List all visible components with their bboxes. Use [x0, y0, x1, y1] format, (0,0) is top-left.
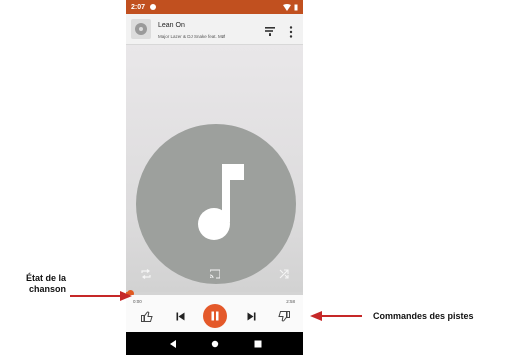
track-controls-arrow-icon — [310, 311, 362, 321]
status-bar: 2:07 — [126, 0, 303, 14]
album-thumbnail[interactable] — [131, 19, 151, 39]
song-state-arrow-icon — [70, 291, 132, 301]
thumbs-down-button[interactable] — [276, 308, 292, 324]
battery-icon — [294, 4, 298, 10]
skip-next-icon — [247, 312, 255, 320]
wifi-icon — [283, 3, 291, 11]
pause-icon — [211, 311, 219, 321]
album-art-placeholder — [136, 124, 296, 284]
thumbs-down-icon — [278, 310, 290, 321]
now-playing-header: Lean On Major Lazer & DJ Snake feat. MØ — [126, 14, 303, 45]
status-time: 2:07 — [131, 3, 146, 11]
recents-icon[interactable] — [253, 339, 263, 349]
play-pause-button[interactable] — [203, 304, 227, 328]
repeat-icon[interactable] — [141, 269, 151, 279]
disc-icon — [135, 23, 147, 35]
song-title: Lean On — [158, 22, 185, 29]
cast-icon[interactable] — [210, 269, 220, 279]
thumbs-up-icon — [141, 311, 153, 322]
track-controls-annotation: Commandes des pistes — [373, 311, 474, 321]
next-track-button[interactable] — [243, 308, 259, 324]
song-artist: Major Lazer & DJ Snake feat. MØ — [158, 34, 226, 39]
shuffle-icon[interactable] — [279, 269, 289, 279]
song-state-annotation: État de la chanson — [25, 273, 66, 294]
queue-icon[interactable] — [265, 26, 275, 36]
back-icon[interactable] — [168, 339, 178, 349]
skip-previous-icon — [176, 312, 184, 320]
elapsed-time: 0:00 — [133, 299, 142, 304]
music-note-icon — [198, 164, 244, 240]
phone-screen: 2:07 Lean On Major Lazer & DJ Snake feat… — [126, 0, 303, 355]
system-navigation-bar — [126, 332, 303, 355]
album-art-area — [126, 45, 303, 292]
thumbs-up-button[interactable] — [139, 308, 155, 324]
notification-icon — [150, 4, 157, 10]
more-options-icon[interactable] — [288, 26, 294, 38]
total-time: 2:58 — [286, 299, 295, 304]
home-icon[interactable] — [210, 339, 220, 349]
playback-controls: 0:00 2:58 — [126, 295, 303, 332]
status-icons — [283, 3, 298, 11]
previous-track-button[interactable] — [172, 308, 188, 324]
